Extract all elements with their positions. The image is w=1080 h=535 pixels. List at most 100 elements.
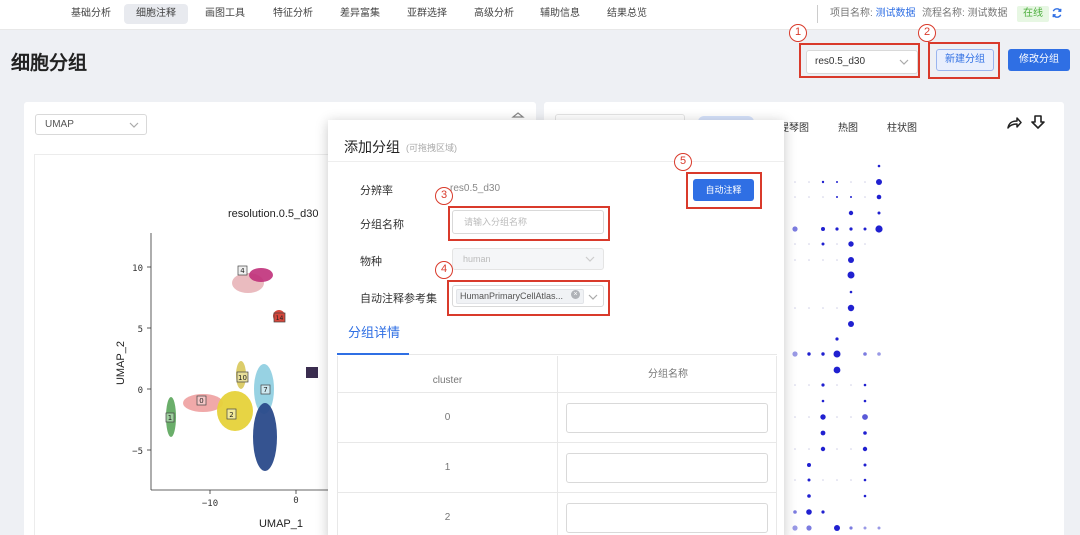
- share-icon[interactable]: [1006, 116, 1022, 130]
- tab-barplot[interactable]: 柱状图: [887, 119, 917, 134]
- dot: [849, 290, 853, 294]
- dot: [836, 196, 838, 198]
- header-cluster: cluster: [338, 356, 558, 392]
- species-label: 物种: [360, 256, 382, 268]
- dot: [877, 164, 881, 168]
- callout-box-1: [799, 43, 920, 78]
- cluster-label: 2: [229, 411, 233, 419]
- dot: [862, 414, 868, 420]
- resolution-label: 分辨率: [360, 185, 393, 197]
- cluster-label: 10: [238, 374, 247, 382]
- dot: [875, 225, 883, 233]
- download-icon[interactable]: [1031, 115, 1045, 130]
- resolution-value: res0.5_d30: [450, 183, 501, 194]
- cluster-label: 1: [168, 414, 172, 422]
- nav-diff-enrichment[interactable]: 差异富集: [328, 4, 392, 24]
- x-tick-label: 0: [293, 496, 298, 506]
- y-tick-label: −5: [132, 447, 143, 457]
- dot: [821, 242, 825, 246]
- dot: [792, 525, 798, 531]
- reduction-select[interactable]: UMAP: [35, 114, 147, 135]
- table-row: 0: [338, 393, 776, 443]
- chevron-down-icon: [585, 256, 595, 262]
- dot: [850, 196, 852, 198]
- nav-subcluster[interactable]: 亚群选择: [395, 4, 459, 24]
- dot: [849, 227, 853, 231]
- callout-box-5: [686, 172, 762, 209]
- dot: [835, 337, 839, 341]
- dot: [847, 304, 855, 312]
- dot: [820, 446, 826, 452]
- table-row: 1: [338, 443, 776, 493]
- dot: [807, 494, 811, 498]
- refresh-icon[interactable]: [1051, 7, 1063, 19]
- x-axis-label: UMAP_1: [259, 518, 303, 530]
- header-group-name: 分组名称: [648, 369, 688, 380]
- dot: [848, 241, 854, 247]
- edit-group-button[interactable]: 修改分组: [1008, 49, 1070, 71]
- project-name[interactable]: 测试数据: [876, 8, 916, 19]
- dot: [833, 350, 841, 358]
- callout-number-5: 5: [674, 153, 692, 171]
- nav-basic-analysis[interactable]: 基础分析: [59, 4, 123, 24]
- chevron-down-icon: [129, 122, 139, 128]
- group-detail-table: cluster 分组名称 0 1 2: [337, 356, 777, 535]
- nav-advanced[interactable]: 高级分析: [462, 4, 526, 24]
- dot: [820, 414, 826, 420]
- cluster-label: 4: [240, 267, 245, 275]
- cluster-id: 2: [338, 493, 558, 535]
- dot: [821, 510, 825, 514]
- dialog-drag-hint: (可拖拽区域): [406, 143, 457, 153]
- dot: [807, 352, 811, 356]
- species-value: human: [463, 254, 491, 264]
- dot: [876, 194, 882, 200]
- callout-number-4: 4: [435, 261, 453, 279]
- dialog-title[interactable]: 添加分组: [344, 137, 400, 157]
- group-name-cell-input[interactable]: [566, 453, 768, 483]
- dot: [821, 227, 825, 231]
- y-axis-label: UMAP_2: [115, 341, 127, 385]
- nav-aux-info[interactable]: 辅助信息: [528, 4, 592, 24]
- group-name-cell-input[interactable]: [566, 503, 768, 533]
- dot: [863, 463, 867, 467]
- table-header: cluster 分组名称: [338, 356, 776, 393]
- table-row: 2: [338, 493, 776, 535]
- reduction-select-value: UMAP: [45, 119, 74, 130]
- umap-plot-area: resolution.0.5_d30 10 5 0 −5 −10 0 UMAP_…: [34, 154, 331, 535]
- dot: [863, 494, 867, 498]
- dot: [877, 352, 881, 356]
- cluster-label: 0: [199, 397, 203, 405]
- tab-heatmap[interactable]: 热图: [838, 119, 858, 134]
- reference-set-label: 自动注释参考集: [360, 293, 437, 305]
- dot: [821, 352, 825, 356]
- cluster-label: 14: [276, 315, 284, 322]
- nav-summary[interactable]: 结果总览: [595, 4, 659, 24]
- dot: [848, 257, 854, 263]
- dot: [820, 430, 826, 436]
- cluster-blob: [306, 367, 318, 378]
- callout-number-3: 3: [435, 187, 453, 205]
- dot: [863, 352, 867, 356]
- dot: [877, 526, 881, 530]
- page-title: 细胞分组: [11, 53, 88, 74]
- dot: [821, 180, 825, 184]
- dot: [863, 431, 867, 435]
- dot: [806, 525, 812, 531]
- callout-box-4: [447, 280, 610, 316]
- flow-name: 测试数据: [967, 8, 1008, 19]
- group-name-cell-input[interactable]: [566, 403, 768, 433]
- group-name-label: 分组名称: [360, 219, 404, 231]
- nav-feature-analysis[interactable]: 特征分析: [261, 4, 325, 24]
- dot: [863, 383, 867, 387]
- dot: [833, 366, 841, 374]
- tab-group-detail[interactable]: 分组详情: [348, 322, 400, 341]
- nav-plot-tools[interactable]: 画图工具: [193, 4, 257, 24]
- dot: [847, 271, 855, 279]
- dot: [792, 226, 798, 232]
- y-tick-label: 10: [132, 264, 143, 274]
- nav-cell-annotation[interactable]: 细胞注释: [124, 4, 188, 24]
- umap-plot: resolution.0.5_d30 10 5 0 −5 −10 0 UMAP_…: [115, 208, 331, 530]
- species-select: human: [452, 248, 604, 270]
- dot: [807, 478, 811, 482]
- y-tick-label: 5: [138, 325, 143, 335]
